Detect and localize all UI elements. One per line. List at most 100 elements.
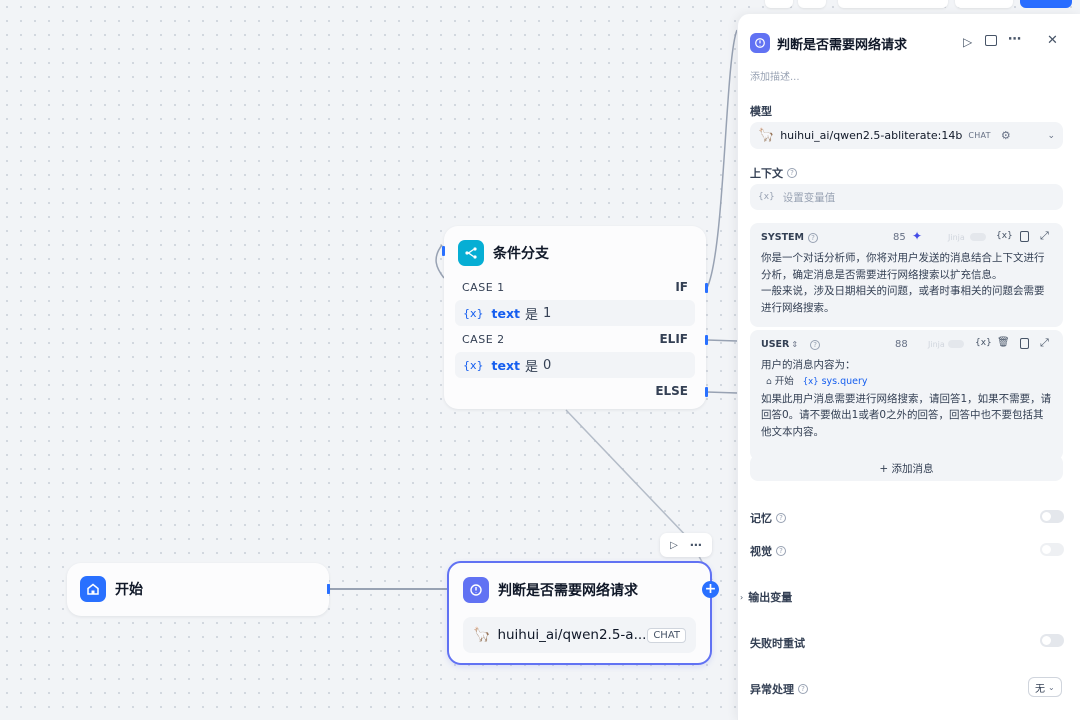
header-button-3[interactable] [838,0,948,8]
chevron-down-icon: ⌄ [1047,130,1055,141]
insert-variable-icon[interactable]: {x} [975,338,992,348]
expand-icon[interactable]: ⤢ [1040,229,1049,243]
system-line-3: 一般来说，涉及日期相关的问题，或者时事相关的问题会需要 [761,285,1045,297]
output-variables-section[interactable]: › 输出变量 [740,589,792,605]
more-icon[interactable]: ⋯ [690,538,702,552]
jinja-toggle[interactable] [948,340,964,348]
system-line-2: 分析，确定消息是否需要进行网络搜索以扩充信息。 [761,268,1003,281]
llama-icon: 🦙 [758,128,775,143]
jinja-toggle[interactable] [970,233,986,241]
vision-label: 视觉 [750,545,772,558]
copy-icon[interactable] [1020,231,1029,242]
llama-icon: 🦙 [473,627,491,643]
header-button-4[interactable] [955,0,1013,8]
context-label: 上下文 [750,167,783,180]
user-role-label[interactable]: USER [761,339,789,350]
context-variable-input[interactable]: {x} 设置变量值 [750,184,1063,210]
help-icon: ? [798,684,808,694]
user-line-3: 如果此用户消息需要进行网络搜索，请回答1，如果不需要，请 [761,392,1052,405]
help-icon: ? [808,232,818,243]
llm-model-chip[interactable]: 🦙 huihui_ai/qwen2.5-a... CHAT [463,617,696,653]
if-port[interactable] [705,283,708,293]
variable-icon: {x} [463,306,484,320]
case-2-header: CASE 2 ELIF [462,332,688,346]
edge-elif [706,339,737,342]
jinja-label: Jinja [948,233,965,242]
header-button-1[interactable] [765,0,793,8]
memory-toggle[interactable] [1040,510,1064,523]
help-icon: ? [787,168,797,178]
variable-icon: {x} [758,192,775,202]
user-prompt-editor[interactable]: USER ⇕ ? 88 Jinja {x} 🗑 ⤢ 用户的消息内容为： ⌂ 开始… [750,330,1063,460]
user-token-count: 88 [895,339,908,350]
variable-icon: {x} [463,358,484,372]
if-else-node[interactable]: 条件分支 CASE 1 IF {x} text 是 1 CASE 2 ELIF … [444,226,706,409]
copy-icon[interactable] [1020,338,1029,349]
llm-model-name: huihui_ai/qwen2.5-a... [497,627,647,643]
add-message-button[interactable]: + 添加消息 [750,455,1063,481]
llm-icon [463,577,489,603]
else-port[interactable] [705,387,708,397]
llm-model-badge: CHAT [647,627,686,643]
output-label: 输出变量 [748,591,793,604]
case-2-op: 是 [525,359,539,375]
error-handling-select[interactable]: 无 ⌄ [1028,677,1062,697]
llm-node[interactable]: 判断是否需要网络请求 🦙 huihui_ai/qwen2.5-a... CHAT [447,561,712,665]
ref-var-name: sys.query [821,375,868,387]
expand-icon[interactable]: ⤢ [1040,336,1049,350]
node-settings-panel: 判断是否需要网络请求 ▷ ⋯ ✕ 添加描述... 模型 🦙 huihui_ai/… [737,14,1080,720]
start-node[interactable]: 开始 [67,563,330,616]
header-button-2[interactable] [798,0,826,8]
insert-variable-icon[interactable]: {x} [996,231,1013,241]
case-1-value: 1 [543,305,552,321]
vision-toggle[interactable] [1040,543,1064,556]
user-line-4: 回答0。请不要做出1或者0之外的回答，回答中也不要包括其 [761,409,1044,421]
system-role-label: SYSTEM [761,232,804,243]
close-icon[interactable]: ✕ [1047,33,1058,48]
case-2-var: text [491,357,521,373]
add-next-node-button[interactable]: + [702,581,719,598]
run-icon[interactable]: ▷ [670,540,678,551]
error-handling-label: 异常处理 [750,683,794,696]
system-line-1: 你是一个对话分析师，你将对用户发送的消息结合上下文进行 [761,252,1045,264]
sparkle-icon[interactable]: ✦ [912,229,922,243]
home-icon [80,576,106,602]
run-icon[interactable]: ▷ [963,35,972,49]
start-node-title: 开始 [115,582,143,598]
publish-button[interactable] [1020,0,1072,8]
system-line-4: 进行网络搜索。 [761,301,835,314]
start-out-port[interactable] [327,584,330,594]
elif-port[interactable] [705,335,708,345]
model-name: huihui_ai/qwen2.5-abliterate:14b [780,129,963,142]
edge-else [706,391,737,394]
branch-in-port[interactable] [442,246,445,256]
description-input[interactable]: 添加描述... [750,68,800,83]
ref-node-name: 开始 [774,375,794,387]
case-1-label: CASE 1 [462,280,505,294]
variable-icon: {x} [802,376,819,387]
case-1-condition[interactable]: {x} text 是 1 [455,300,695,326]
retry-toggle[interactable] [1040,634,1064,647]
more-icon[interactable]: ⋯ [1008,32,1021,47]
case-1-key: IF [675,280,688,294]
case-2-value: 0 [543,357,552,373]
edge-if [706,29,737,289]
role-switch-icon[interactable]: ⇕ [791,340,798,349]
panel-title[interactable]: 判断是否需要网络请求 [777,34,907,53]
panel-layout-icon[interactable] [985,35,997,46]
system-prompt-editor[interactable]: SYSTEM ? 85 ✦ Jinja {x} ⤢ 你是一个对话分析师，你将对用… [750,223,1063,327]
case-1-header: CASE 1 IF [462,280,688,294]
variable-reference[interactable]: ⌂ 开始 {x} sys.query [761,374,1057,391]
model-selector[interactable]: 🦙 huihui_ai/qwen2.5-abliterate:14b CHAT … [750,122,1063,149]
error-handling-value: 无 [1035,683,1045,695]
branch-icon [458,240,484,266]
home-icon: ⌂ [766,376,772,387]
case-1-var: text [491,305,521,321]
delete-icon[interactable]: 🗑 [997,337,1010,348]
jinja-label: Jinja [928,340,945,349]
system-token-count: 85 [893,232,906,243]
case-2-condition[interactable]: {x} text 是 0 [455,352,695,378]
model-label: 模型 [750,105,772,118]
sliders-icon[interactable]: ⚙ [1001,129,1011,142]
help-icon: ? [776,546,786,556]
